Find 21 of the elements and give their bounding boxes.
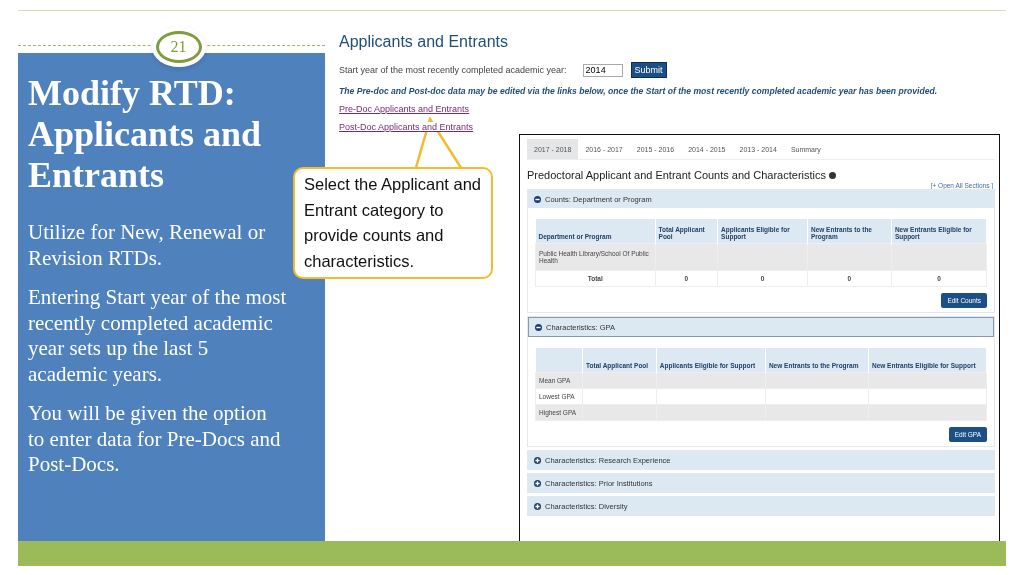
plus-circle-icon bbox=[534, 479, 541, 487]
slide-title: Modify RTD: Applicants and Entrants bbox=[28, 73, 263, 196]
info-note: The Pre-doc and Post-doc data may be edited via the links below, once the Start of the most recently completed academic year has been provided. bbox=[339, 86, 939, 96]
category-link[interactable]: Pre-Doc Applicants and Entrants bbox=[339, 104, 470, 114]
minus-circle-icon bbox=[535, 323, 542, 331]
page-title: Applicants and Entrants bbox=[339, 33, 509, 51]
year-field[interactable]: 2014 bbox=[582, 63, 623, 77]
bullet-text: Utilize for New, Renewal or Revision RTDs. bbox=[28, 220, 267, 271]
submit-button[interactable]: Submit bbox=[630, 62, 667, 78]
callout: Select the Applicant and Entrant category to provide counts and characteristics. bbox=[293, 167, 493, 279]
category-link[interactable]: Post-Doc Applicants and Entrants bbox=[339, 122, 474, 132]
column-header bbox=[535, 348, 583, 373]
plus-circle-icon bbox=[534, 456, 541, 464]
help-icon[interactable] bbox=[829, 171, 836, 179]
bullet-text: You will be given the option to enter data for Pre-Docs and Post-Docs. bbox=[28, 401, 282, 478]
panel-heading: Predoctoral Applicant and Entrant Counts and Characteristics bbox=[527, 169, 826, 181]
table-cell bbox=[655, 243, 718, 271]
minus-circle-icon bbox=[534, 195, 541, 203]
year-label: Start year of the most recently completed academic year: bbox=[339, 65, 567, 75]
plus-circle-icon bbox=[534, 502, 541, 510]
bullet-text: Entering Start year of the most recently completed academic year sets up the last 5 academic years. bbox=[28, 285, 287, 387]
